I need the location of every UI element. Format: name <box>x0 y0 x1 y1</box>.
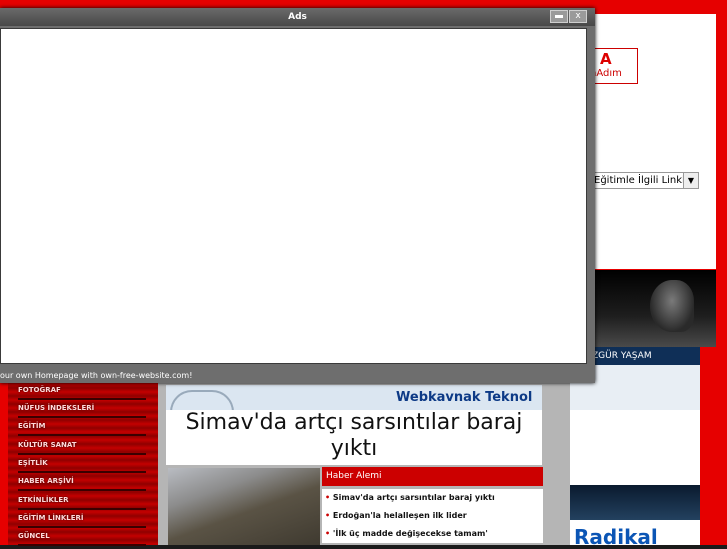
bird-image <box>650 280 694 332</box>
bullet-icon: • <box>325 493 333 502</box>
news-item-text[interactable]: 'İlk üç madde değişecekse tamam' <box>333 529 488 538</box>
banner-text[interactable]: Webkavnak Teknol <box>396 390 532 405</box>
radikal-logo[interactable]: Radikal <box>574 525 658 549</box>
sidebar-item[interactable]: NÜFUS İNDEKSLERİ <box>18 404 147 418</box>
news-item-text[interactable]: Simav'da artçı sarsıntılar baraj yıktı <box>333 493 495 502</box>
ads-popup: Ads x our own Homepage with own-free-web… <box>0 8 595 383</box>
news-item[interactable]: • 'İlk üç madde değişecekse tamam' <box>322 525 543 543</box>
sidebar-item[interactable]: ETKİNLİKLER <box>18 496 145 510</box>
banner-graphic <box>170 390 234 412</box>
close-icon[interactable]: x <box>569 10 587 23</box>
news-header: Haber Alemi <box>322 467 543 486</box>
sidebar-item[interactable]: EĞİTİM <box>18 422 149 436</box>
news-item-text[interactable]: Erdoğan'la helalleşen ilk lider <box>333 511 467 520</box>
chevron-down-icon[interactable]: ▼ <box>683 173 698 188</box>
sidebar-item[interactable]: FOTOĞRAF <box>18 386 146 400</box>
sidebar-item[interactable]: HABER ARŞİVİ <box>18 477 146 491</box>
popup-title[interactable]: Ads <box>0 8 595 26</box>
news-photo[interactable] <box>168 468 320 545</box>
news-item[interactable]: • Simav'da artçı sarsıntılar baraj yıktı <box>322 489 543 507</box>
popup-content[interactable] <box>0 28 587 364</box>
right-panel-2 <box>570 410 700 485</box>
bullet-icon: • <box>325 511 333 520</box>
sidebar-item[interactable]: GÜNCEL <box>18 532 145 546</box>
links-select-value: Eğitimle İlgili Linkler <box>594 175 696 186</box>
links-select[interactable]: Eğitimle İlgili Linkler ▼ <box>591 172 699 189</box>
sidebar-item[interactable]: KÜLTÜR SANAT <box>18 441 146 455</box>
popup-footer[interactable]: our own Homepage with own-free-website.c… <box>0 368 595 383</box>
minimize-icon[interactable] <box>550 10 568 23</box>
right-bar <box>570 485 700 520</box>
yasam-bar[interactable]: ZGÜR YAŞAM <box>588 347 700 365</box>
sidebar-item[interactable]: EĞİTİM LİNKLERİ <box>18 514 146 528</box>
logo-mark: A <box>600 50 612 68</box>
headline[interactable]: Simav'da artçı sarsıntılar baraj yıktı <box>166 410 542 462</box>
bullet-icon: • <box>325 529 333 538</box>
news-item[interactable]: • Erdoğan'la helalleşen ilk lider <box>322 507 543 525</box>
sidebar-item[interactable]: EŞİTLİK <box>18 459 145 473</box>
